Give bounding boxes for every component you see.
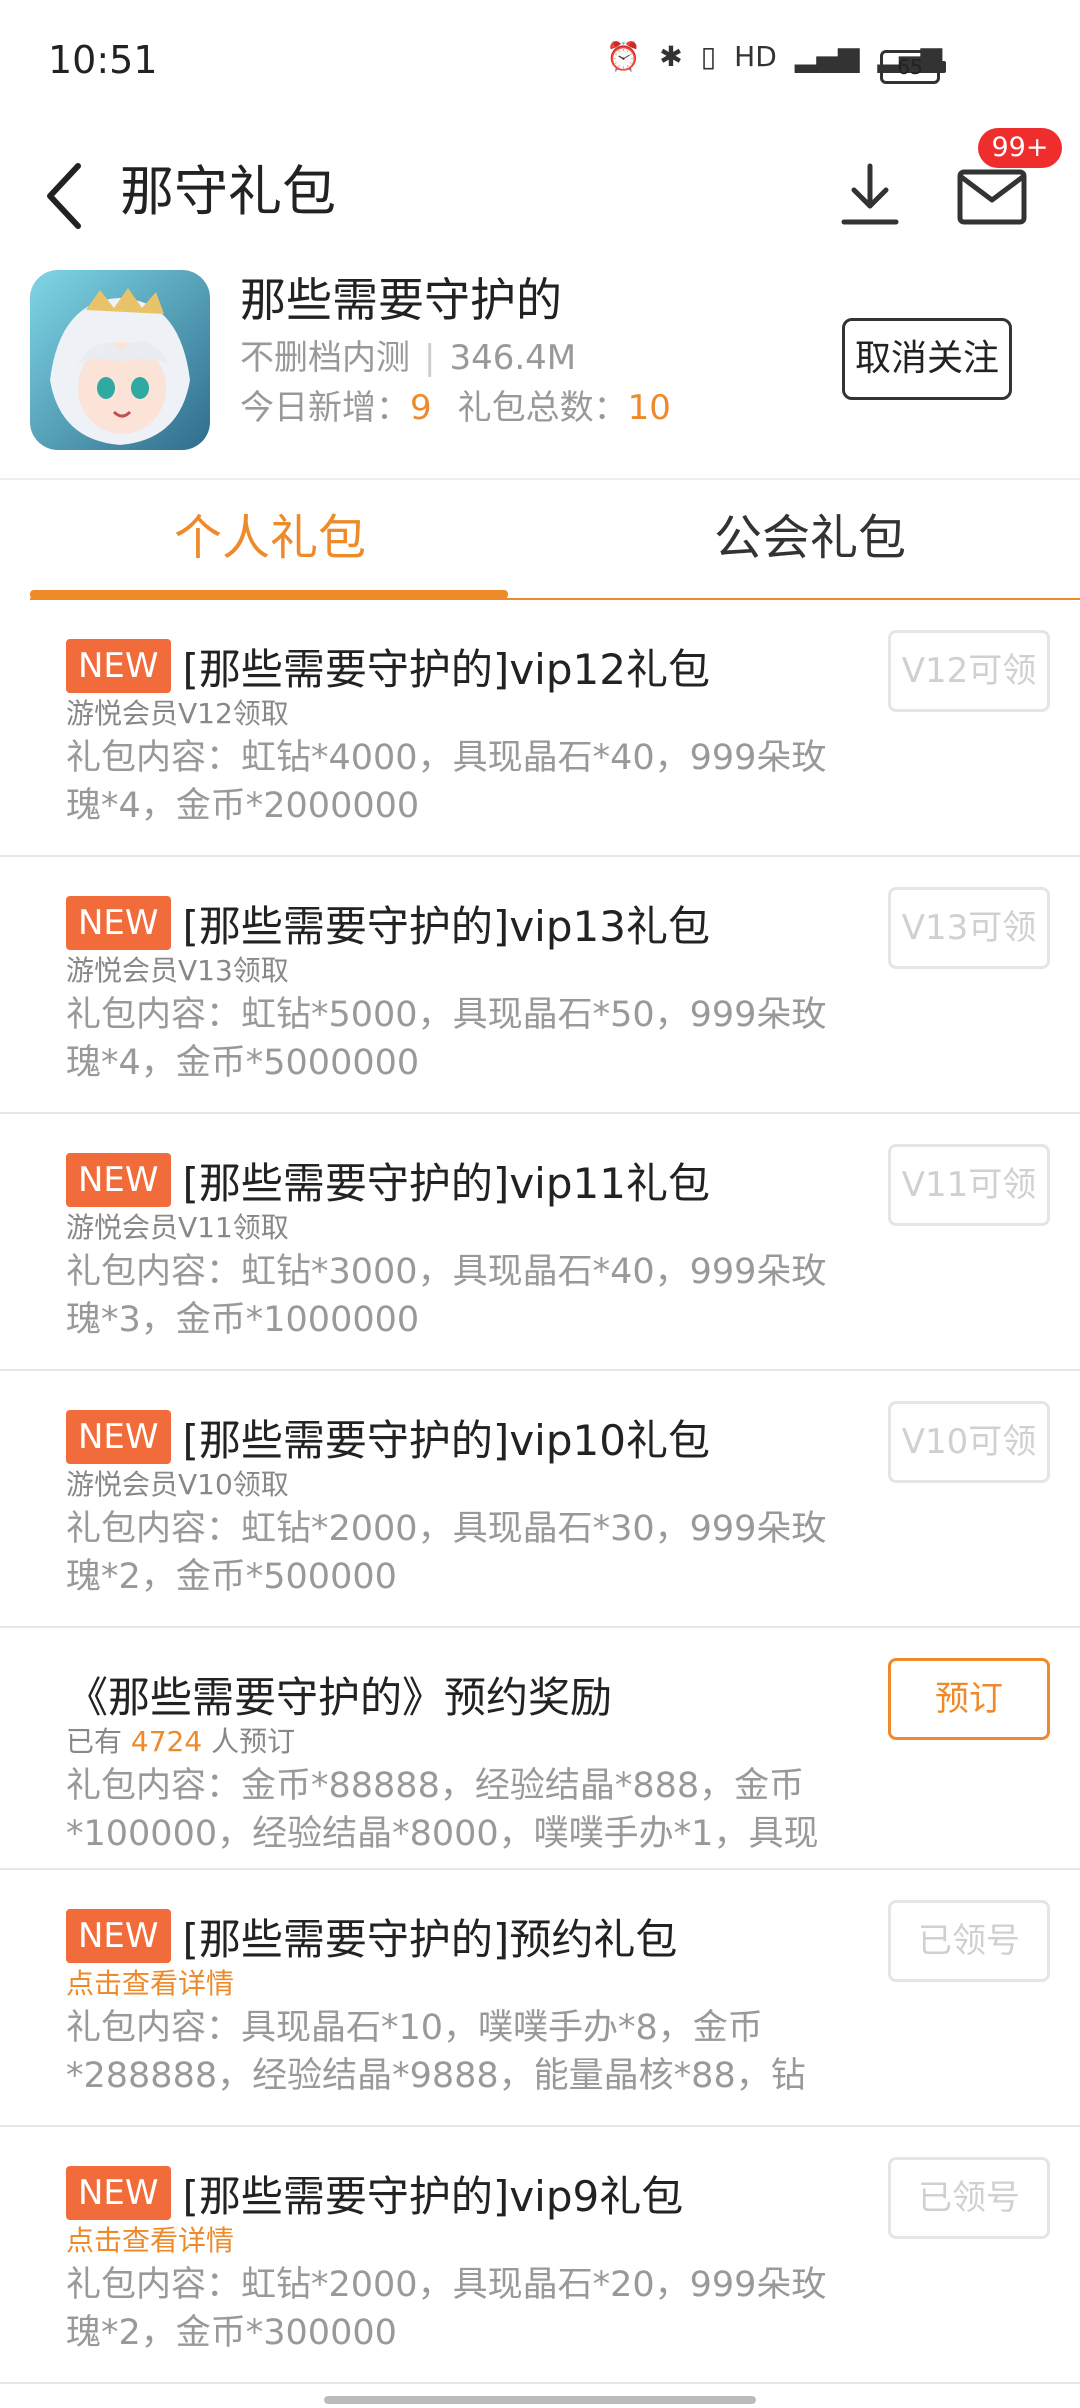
gift-title-row: NEW [那些需要守护的]vip11礼包 — [66, 1150, 710, 1210]
alarm-icon: ⏰ — [606, 40, 642, 73]
list-item[interactable]: NEW [那些需要守护的]vip12礼包 游悦会员V12领取 礼包内容：虹钻*4… — [0, 600, 1080, 857]
game-avatar[interactable] — [30, 270, 210, 450]
gift-title: [那些需要守护的]vip12礼包 — [182, 644, 710, 694]
gift-title-row: NEW [那些需要守护的]vip9礼包 — [66, 2163, 683, 2223]
claimed-button[interactable]: 已领号 — [888, 2157, 1050, 2239]
gift-title-row: NEW [那些需要守护的]vip10礼包 — [66, 1407, 710, 1467]
reservation-number: 4724 — [130, 1725, 203, 1758]
reservation-prefix: 已有 — [66, 1725, 123, 1758]
list-item[interactable]: NEW [那些需要守护的]vip13礼包 游悦会员V13领取 礼包内容：虹钻*5… — [0, 857, 1080, 1114]
game-meta: 不删档内测 | 346.4M — [240, 332, 576, 384]
bluetooth-icon: ✱ — [659, 40, 683, 73]
gift-description: 礼包内容：虹钻*4000，具现晶石*40，999朵玫瑰*4，金币*2000000 — [66, 738, 827, 826]
gift-subtitle: 游悦会员V10领取 — [66, 1468, 289, 1501]
list-item[interactable]: 《那些需要守护的》预约奖励 已有 4724 人预订 礼包内容：金币*88888，… — [0, 1628, 1080, 1870]
tab-guild-gift[interactable]: 公会礼包 — [570, 480, 1050, 596]
tab-personal-gift[interactable]: 个人礼包 — [30, 480, 510, 596]
today-count: 9 — [410, 388, 432, 428]
gift-title-row: 《那些需要守护的》预约奖励 — [66, 1664, 612, 1724]
home-indicator[interactable] — [324, 2396, 756, 2404]
view-details-link[interactable]: 点击查看详情 — [66, 1964, 234, 2004]
vibrate-icon: ▯ — [700, 40, 717, 73]
gift-subtitle: 游悦会员V13领取 — [66, 954, 289, 987]
gift-description: 礼包内容：虹钻*2000，具现晶石*20，999朵玫瑰*2，金币*300000 — [66, 2265, 827, 2353]
new-badge: NEW — [66, 1909, 171, 1963]
total-count: 10 — [627, 388, 671, 428]
game-tag: 不删档内测 — [240, 338, 410, 378]
new-badge: NEW — [66, 1153, 171, 1207]
gift-title: [那些需要守护的]预约礼包 — [182, 1914, 678, 1964]
back-icon[interactable] — [38, 144, 98, 244]
game-size: 346.4M — [449, 338, 577, 378]
page-title: 那守礼包 — [120, 160, 336, 223]
gift-title: [那些需要守护的]vip11礼包 — [182, 1158, 710, 1208]
game-stats: 今日新增：9 礼包总数：10 — [240, 382, 697, 434]
game-name: 那些需要守护的 — [240, 273, 562, 327]
gift-list: NEW [那些需要守护的]vip12礼包 游悦会员V12领取 礼包内容：虹钻*4… — [0, 600, 1080, 2384]
gift-description: 礼包内容：虹钻*5000，具现晶石*50，999朵玫瑰*4，金币*5000000 — [66, 995, 827, 1083]
reservation-count: 已有 4724 人预订 — [66, 1722, 295, 1762]
claim-button[interactable]: V13可领 — [888, 887, 1050, 969]
gift-title: [那些需要守护的]vip13礼包 — [182, 901, 710, 951]
header: 那守礼包 99+ — [0, 120, 1080, 270]
new-badge: NEW — [66, 1410, 171, 1464]
gift-title-row: NEW [那些需要守护的]vip12礼包 — [66, 636, 710, 696]
battery-icon: 65 — [880, 50, 946, 84]
gift-title: 《那些需要守护的》预约奖励 — [66, 1672, 613, 1722]
status-time: 10:51 — [48, 38, 158, 82]
view-details-link[interactable]: 点击查看详情 — [66, 2221, 234, 2261]
game-info: 那些需要守护的 不删档内测 | 346.4M 今日新增：9 礼包总数：10 取消关注 — [0, 268, 1080, 478]
mail-badge: 99+ — [978, 128, 1062, 168]
gift-subtitle: 游悦会员V12领取 — [66, 697, 289, 730]
new-badge: NEW — [66, 896, 171, 950]
claim-button[interactable]: V10可领 — [888, 1401, 1050, 1483]
new-badge: NEW — [66, 2166, 171, 2220]
list-item[interactable]: NEW [那些需要守护的]vip9礼包 点击查看详情 礼包内容：虹钻*2000，… — [0, 2127, 1080, 2384]
total-label: 礼包总数： — [457, 388, 628, 428]
divider: | — [424, 338, 436, 378]
hd-icon: HD — [734, 40, 777, 73]
gift-subtitle: 游悦会员V11领取 — [66, 1211, 289, 1244]
new-badge: NEW — [66, 639, 171, 693]
gift-title-row: NEW [那些需要守护的]vip13礼包 — [66, 893, 710, 953]
list-item[interactable]: NEW [那些需要守护的]vip11礼包 游悦会员V11领取 礼包内容：虹钻*3… — [0, 1114, 1080, 1371]
unfollow-button[interactable]: 取消关注 — [842, 318, 1012, 400]
claimed-button[interactable]: 已领号 — [888, 1900, 1050, 1982]
status-bar: 10:51 ⏰ ✱ ▯ HD ▂▄▆ ▂▄▆ 65 — [0, 0, 1080, 120]
gift-description: 礼包内容：金币*88888，经验结晶*888，金币*100000，经验结晶*80… — [66, 1766, 819, 1854]
reservation-suffix: 人预订 — [211, 1725, 296, 1758]
tab-bar: 个人礼包 公会礼包 — [0, 478, 1080, 602]
claim-button[interactable]: V12可领 — [888, 630, 1050, 712]
gift-title: [那些需要守护的]vip10礼包 — [182, 1415, 710, 1465]
download-icon[interactable] — [840, 142, 900, 242]
gift-title: [那些需要守护的]vip9礼包 — [182, 2171, 684, 2221]
signal-4g-icon: ▂▄▆ — [794, 40, 860, 73]
gift-description: 礼包内容：虹钻*3000，具现晶石*40，999朵玫瑰*3，金币*1000000 — [66, 1252, 827, 1340]
gift-description: 礼包内容：具现晶石*10，噗噗手办*8，金币*288888，经验结晶*9888，… — [66, 2008, 806, 2096]
today-label: 今日新增： — [240, 388, 410, 428]
list-item[interactable]: NEW [那些需要守护的]预约礼包 点击查看详情 礼包内容：具现晶石*10，噗噗… — [0, 1870, 1080, 2127]
list-item[interactable]: NEW [那些需要守护的]vip10礼包 游悦会员V10领取 礼包内容：虹钻*2… — [0, 1371, 1080, 1628]
gift-title-row: NEW [那些需要守护的]预约礼包 — [66, 1906, 677, 1966]
reserve-button[interactable]: 预订 — [888, 1658, 1050, 1740]
claim-button[interactable]: V11可领 — [888, 1144, 1050, 1226]
gift-description: 礼包内容：虹钻*2000，具现晶石*30，999朵玫瑰*2，金币*500000 — [66, 1509, 827, 1597]
